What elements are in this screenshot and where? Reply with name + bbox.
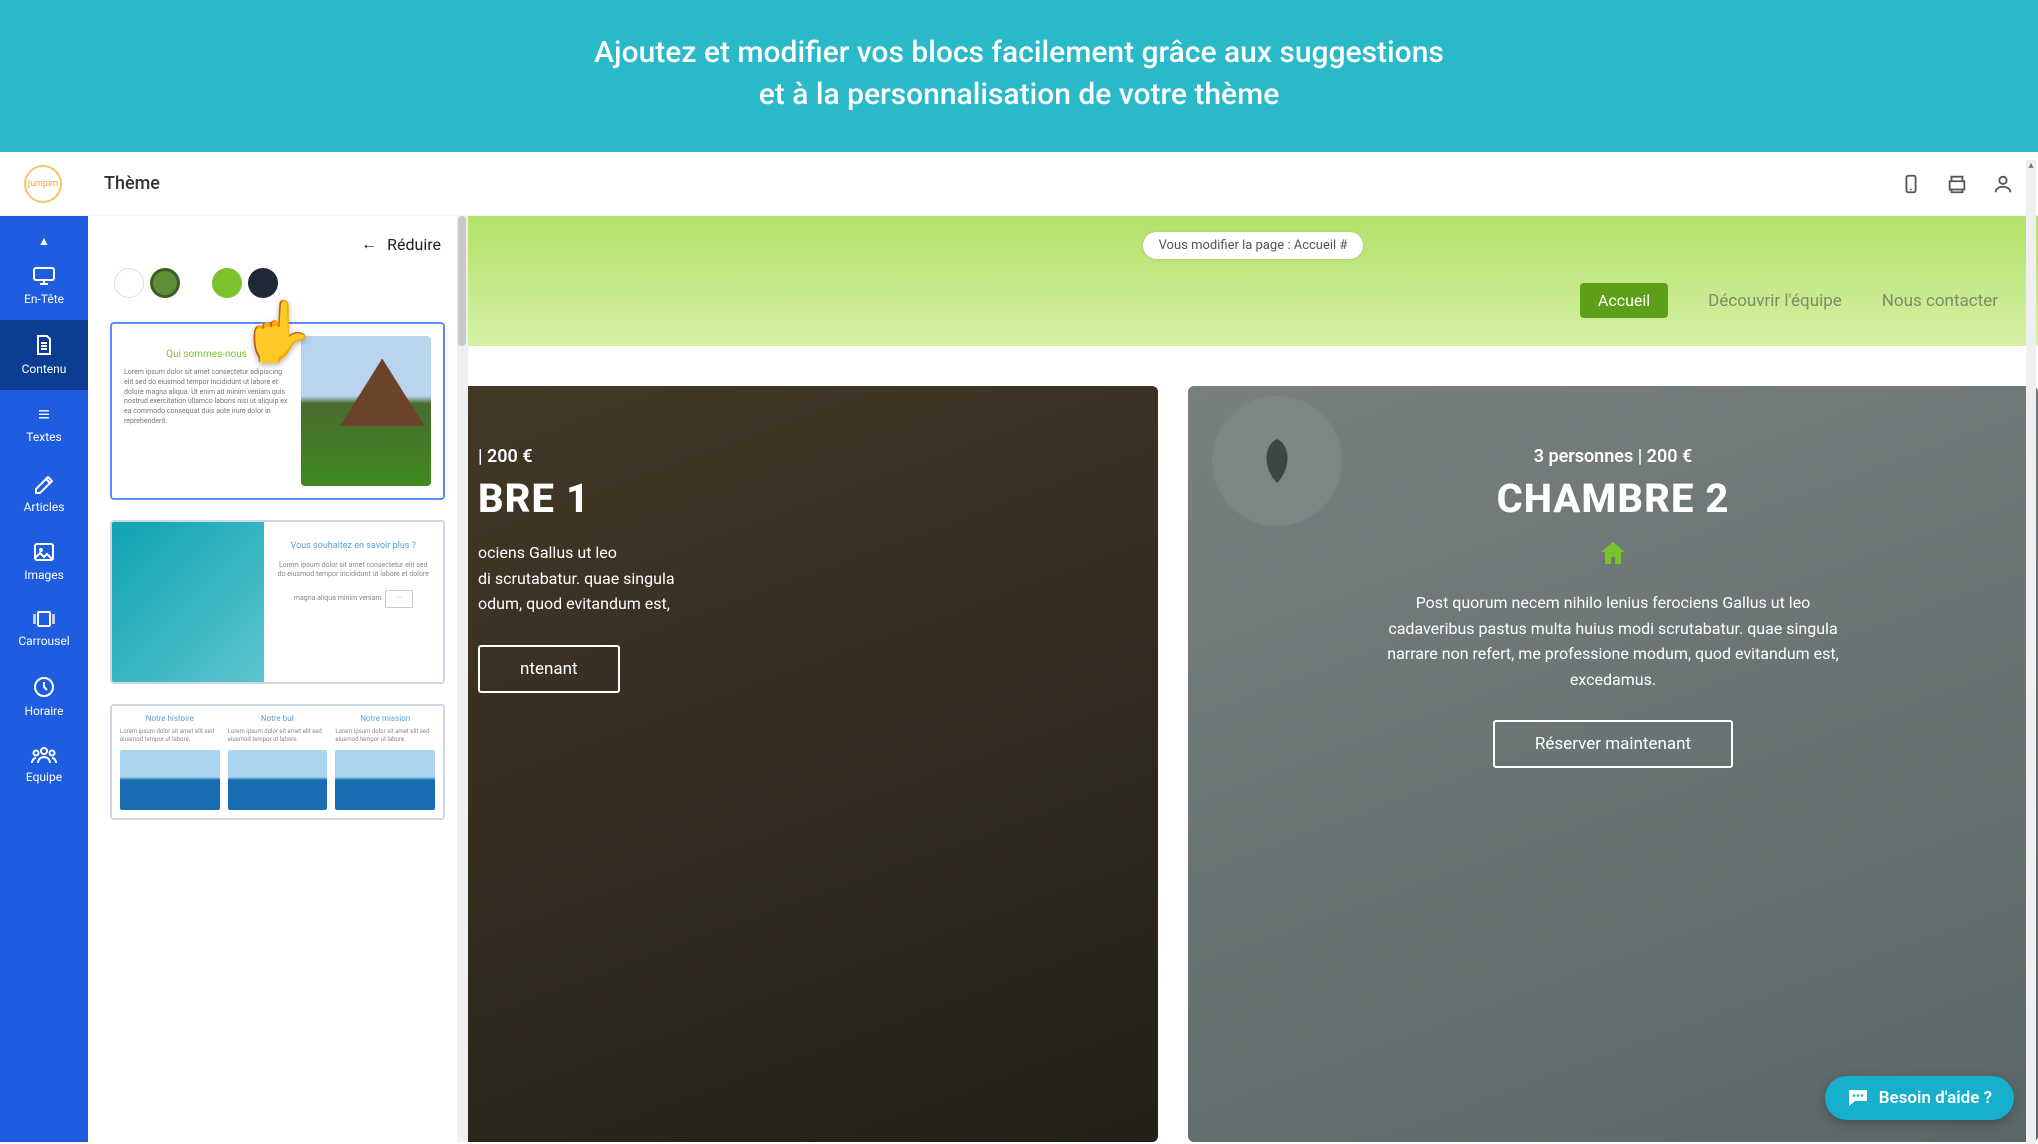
banner-line1: Ajoutez et modifier vos blocs facilement…	[0, 32, 2038, 74]
page-title: Thème	[104, 173, 160, 194]
room1-meta: | 200 €	[478, 446, 1102, 467]
user-icon[interactable]	[1992, 173, 2014, 195]
mobile-preview-icon[interactable]	[1900, 173, 1922, 195]
sidenav-item-texts[interactable]: ≡ Textes	[0, 390, 88, 458]
panel-scrollbar[interactable]	[457, 216, 467, 1142]
brand-logo[interactable]: jumpim	[24, 165, 62, 203]
sidenav-item-content[interactable]: Contenu	[0, 320, 88, 390]
monitor-icon	[32, 266, 56, 286]
clock-icon	[33, 676, 55, 698]
arrow-left-icon: ←	[361, 234, 377, 254]
editing-notice: Vous modifier la page : Accueil #	[1143, 232, 1364, 259]
sidenav-item-team[interactable]: Equipe	[0, 732, 88, 798]
block3-col2-heading: Notre but	[228, 714, 328, 724]
blocks-panel: ← Réduire 👆 Qui sommes-nous Lorem ipsum …	[88, 216, 468, 1142]
room1-desc: ociens Gallus ut leo di scrutabatur. qua…	[478, 540, 958, 617]
workspace: ▲ En-Tête Contenu ≡ Textes Articles Imag…	[0, 216, 2038, 1142]
topbar: jumpim Thème	[0, 152, 2038, 216]
block3-img1	[120, 750, 220, 810]
preview-canvas: Vous modifier la page : Accueil # Accuei…	[468, 216, 2038, 1142]
block-suggestion-2[interactable]: Vous souhaitez en savoir plus ? Lorem ip…	[110, 520, 445, 684]
block3-img3	[335, 750, 435, 810]
room2-desc: Post quorum necem nihilo lenius ferocien…	[1373, 590, 1853, 692]
team-icon	[31, 746, 57, 764]
site-nav: Accueil Découvrir l'équipe Nous contacte…	[508, 283, 1998, 318]
sidenav-item-schedule[interactable]: Horaire	[0, 662, 88, 732]
edit-icon	[33, 472, 55, 494]
block2-image	[112, 522, 264, 682]
block2-heading: Vous souhaitez en savoir plus ?	[278, 540, 430, 553]
color-swatch-2b[interactable]	[248, 268, 278, 298]
room-card-1[interactable]: | 200 € BRE 1 ociens Gallus ut leo di sc…	[468, 386, 1158, 1142]
block3-img2	[228, 750, 328, 810]
nav-contact[interactable]: Nous contacter	[1882, 291, 1998, 311]
room2-name: CHAMBRE 2	[1244, 475, 1982, 522]
collapse-panel-button[interactable]: ← Réduire	[361, 234, 441, 254]
banner-line2: et à la personnalisation de votre thème	[0, 74, 2038, 116]
sidenav-item-header[interactable]: En-Tête	[0, 252, 88, 320]
image-icon	[33, 542, 55, 562]
room1-name: BRE 1	[478, 475, 1102, 522]
room-card-2[interactable]: 3 personnes | 200 € CHAMBRE 2 Post quoru…	[1188, 386, 2038, 1142]
chat-icon	[1847, 1088, 1869, 1108]
rooms-row: | 200 € BRE 1 ociens Gallus ut leo di sc…	[468, 346, 2038, 1142]
sidenav-item-articles[interactable]: Articles	[0, 458, 88, 528]
block3-col1-heading: Notre histoire	[120, 714, 220, 724]
sidenav-item-carousel[interactable]: Carrousel	[0, 596, 88, 662]
sidenav-label: Textes	[26, 430, 61, 444]
color-swatch-2a[interactable]	[212, 268, 242, 298]
sidenav-label: Horaire	[25, 704, 64, 718]
sidenav-label: Articles	[24, 500, 65, 514]
promo-banner: Ajoutez et modifier vos blocs facilement…	[0, 0, 2038, 152]
color-swatch-1a[interactable]	[114, 268, 144, 298]
sidenav-label: Images	[24, 568, 64, 582]
room1-book-button[interactable]: ntenant	[478, 645, 620, 693]
sidenav-label: En-Tête	[24, 292, 64, 306]
print-icon[interactable]	[1946, 173, 1968, 195]
page-scrollbar[interactable]: ▴	[2026, 160, 2036, 1144]
pointer-hand-icon: 👆	[240, 296, 315, 367]
lines-icon: ≡	[0, 404, 88, 424]
sidenav: ▲ En-Tête Contenu ≡ Textes Articles Imag…	[0, 216, 88, 1142]
room2-meta: 3 personnes | 200 €	[1244, 446, 1982, 467]
room2-book-button[interactable]: Réserver maintenant	[1493, 720, 1733, 768]
nav-team[interactable]: Découvrir l'équipe	[1708, 291, 1842, 311]
sidenav-item-images[interactable]: Images	[0, 528, 88, 596]
sidenav-label: Contenu	[22, 362, 67, 376]
sidenav-label: Equipe	[26, 770, 62, 784]
block-suggestion-3[interactable]: Notre histoireLorem ipsum dolor sit amet…	[110, 704, 445, 820]
color-swatch-1b[interactable]	[150, 268, 180, 298]
document-icon	[34, 334, 54, 356]
sidenav-scroll-up[interactable]: ▲	[38, 234, 50, 248]
block1-image	[301, 336, 431, 486]
collapse-label: Réduire	[387, 235, 441, 254]
carousel-icon	[32, 610, 56, 628]
help-button[interactable]: Besoin d'aide ?	[1825, 1076, 2014, 1120]
sidenav-label: Carrousel	[18, 634, 69, 648]
help-label: Besoin d'aide ?	[1879, 1088, 1992, 1108]
house-icon	[1599, 540, 1627, 566]
block2-cta: ···	[385, 590, 413, 608]
site-header: Vous modifier la page : Accueil # Accuei…	[468, 216, 2038, 346]
scroll-up-arrow[interactable]: ▴	[2026, 160, 2036, 174]
nav-home-active[interactable]: Accueil	[1580, 283, 1668, 318]
block3-col3-heading: Notre mission	[335, 714, 435, 724]
